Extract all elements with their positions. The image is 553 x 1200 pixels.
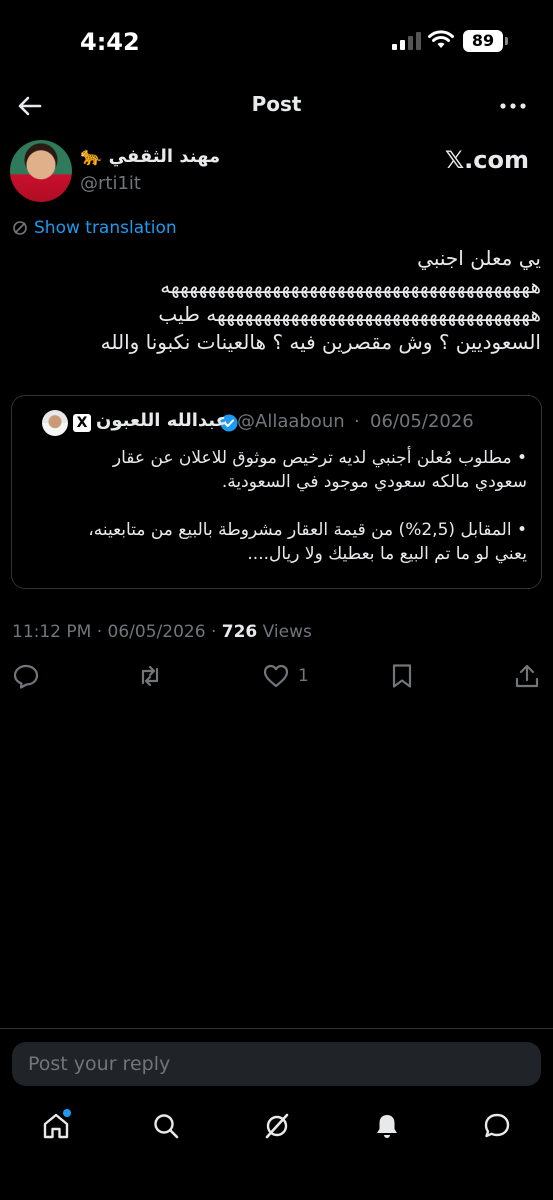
tweet-text: يي معلن اجنبي هههههههههههههههههههههههههه… (100, 246, 541, 354)
repost-button[interactable] (136, 660, 164, 692)
nav-grok[interactable] (262, 1111, 292, 1141)
like-button[interactable]: 1 (262, 660, 309, 692)
post-date: 06/05/2026 (107, 622, 206, 642)
views-label: Views (262, 622, 312, 642)
nav-notifications[interactable] (372, 1111, 402, 1141)
bottom-nav (0, 1105, 553, 1149)
status-bar: 4:42 89 (0, 0, 553, 80)
show-translation[interactable]: Show translation (12, 218, 177, 238)
post-time: 11:12 PM (12, 622, 92, 642)
bookmark-icon (392, 664, 412, 688)
show-translation-link[interactable]: Show translation (34, 218, 177, 238)
globe-icon (13, 221, 27, 235)
nav-search[interactable] (151, 1111, 181, 1141)
heart-icon (263, 664, 289, 688)
post-actions: 1 (0, 660, 553, 694)
notification-dot (63, 1109, 71, 1117)
author-handle[interactable]: @rti1it (80, 173, 141, 194)
reply-composer[interactable] (12, 1042, 541, 1086)
reply-button[interactable] (12, 660, 40, 692)
quote-author-name: عبدالله اللعبون (96, 410, 228, 431)
post-meta: 11:12 PM · 06/05/2026 · 726 Views (12, 622, 312, 642)
divider (0, 1028, 553, 1029)
quoted-post[interactable]: 06/05/2026 · @Allaaboun عبدالله اللعبون … (11, 395, 542, 589)
cellular-signal-icon (392, 32, 421, 50)
meta-separator: · (210, 622, 217, 642)
battery-indicator: 89 (463, 30, 508, 52)
bell-icon (377, 1115, 397, 1138)
nav-messages[interactable] (482, 1111, 512, 1141)
grok-icon (265, 1113, 289, 1139)
quote-text: • مطلوب مُعلن أجنبي لديه ترخيص موثوق للا… (88, 448, 527, 564)
share-button[interactable] (513, 660, 541, 692)
quote-avatar (42, 410, 68, 436)
repost-icon (141, 665, 159, 687)
more-options-icon[interactable] (499, 94, 527, 118)
share-icon (515, 664, 539, 688)
views-count[interactable]: 726 (222, 622, 258, 642)
wifi-icon (428, 30, 454, 48)
meta-separator: · (96, 622, 103, 642)
source-label: 𝕏.com (444, 146, 529, 174)
author-name[interactable]: مهند الثقفي 🐆 (80, 146, 220, 167)
reply-icon (13, 664, 39, 689)
search-icon (154, 1114, 179, 1139)
author-avatar[interactable] (10, 140, 72, 202)
quote-handle: @Allaaboun (237, 411, 345, 432)
x-affiliation-badge: X (73, 414, 91, 432)
page-title: Post (251, 92, 302, 116)
nav-home[interactable] (41, 1109, 71, 1141)
header: Post (0, 80, 553, 130)
quote-separator: · (354, 411, 360, 432)
reply-input[interactable] (28, 1053, 525, 1075)
quote-date: 06/05/2026 (370, 411, 474, 432)
chat-icon (484, 1113, 510, 1138)
status-time: 4:42 (80, 28, 140, 56)
bookmark-button[interactable] (388, 660, 416, 692)
like-count: 1 (298, 666, 309, 686)
